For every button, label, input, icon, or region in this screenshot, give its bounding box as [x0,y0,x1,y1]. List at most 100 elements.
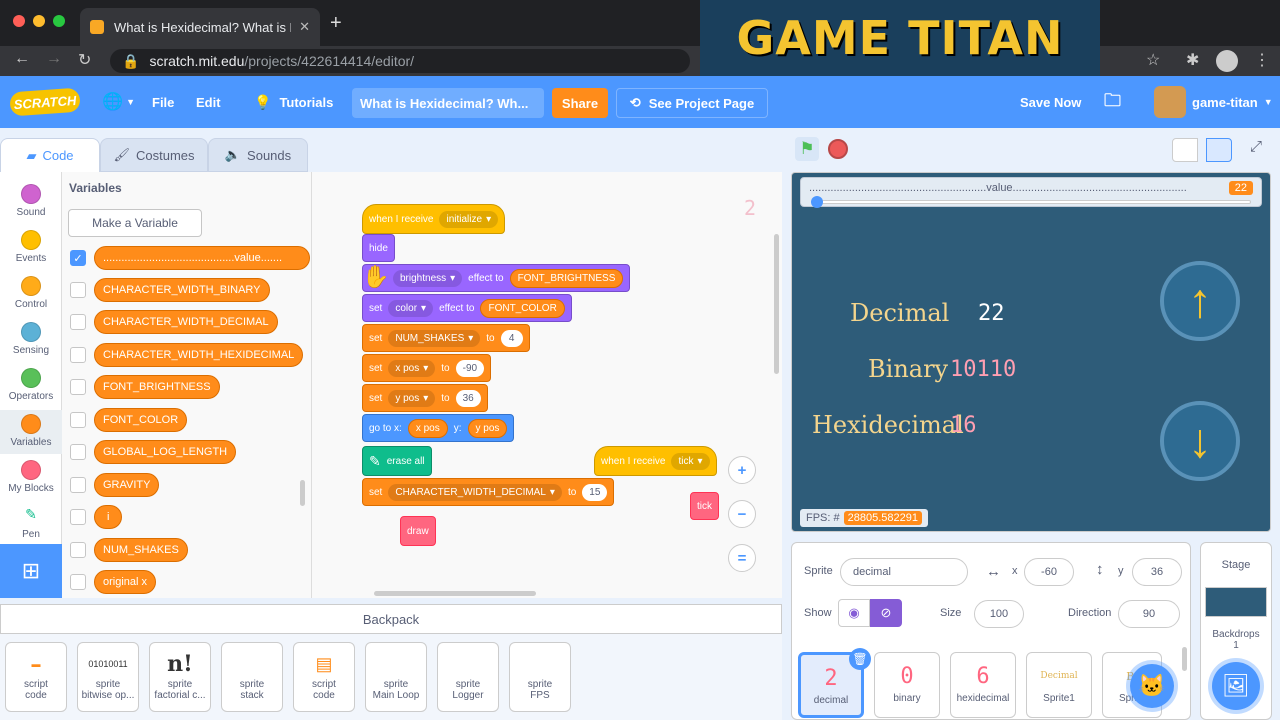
category-events[interactable]: Events [0,230,62,264]
message-dropdown[interactable]: initialize ▾ [439,210,499,228]
backpack-item[interactable]: ▬ script code [5,642,67,712]
hide-sprite-button[interactable]: ⊘ [870,599,902,627]
set-variable-block[interactable]: set CHARACTER_WIDTH_DECIMAL ▾ to 15 [362,478,615,506]
sprite-tile[interactable]: Decimal Sprite1 [1026,652,1092,718]
share-button[interactable]: Share [552,88,608,118]
go-to-xy-block[interactable]: go to x: x pos y: y pos [362,414,515,442]
variable-reporter[interactable]: FONT_BRIGHTNESS [509,268,624,288]
set-variable-block[interactable]: set NUM_SHAKES ▾ to 4 [362,324,530,352]
close-tab-icon[interactable]: ✕ [299,19,310,35]
variable-block[interactable]: FONT_BRIGHTNESS [94,375,220,399]
direction-input[interactable]: 90 [1118,600,1180,628]
variable-dropdown[interactable]: NUM_SHAKES ▾ [388,329,481,347]
tab-sounds[interactable]: 🔈 Sounds [208,138,308,172]
size-input[interactable]: 100 [974,600,1024,628]
variable-block[interactable]: original x [94,570,157,594]
language-menu[interactable]: 🌐 ▼ [102,76,135,128]
category-variables[interactable]: Variables [0,410,62,454]
script-horizontal-scrollbar[interactable] [374,591,536,596]
number-input[interactable]: 4 [500,329,523,347]
sprite-tile[interactable]: 0 binary [874,652,940,718]
script-area[interactable]: 2 when I receive initialize ▾ hide brightn… [312,172,782,598]
variable-block-value[interactable]: ........................................… [94,246,310,270]
variable-checkbox[interactable] [70,314,86,330]
category-operators[interactable]: Operators [0,368,62,402]
palette-scrollbar[interactable] [300,480,305,506]
backpack-item[interactable]: n! sprite factorial c... [149,642,211,712]
variable-dropdown[interactable]: y pos ▾ [388,389,436,407]
close-window-icon[interactable] [13,15,25,27]
scratch-logo[interactable]: SCRATCH [9,87,81,117]
set-effect-block[interactable]: set color ▾ effect to FONT_COLOR [362,294,572,322]
variable-block[interactable]: GLOBAL_LOG_LENGTH [94,440,237,464]
see-project-page-button[interactable]: ⟲ See Project Page [616,88,768,118]
edit-menu[interactable]: Edit [196,76,221,128]
effect-dropdown[interactable]: color ▾ [388,299,434,317]
account-menu[interactable]: game-titan ▼ [1192,76,1273,128]
down-arrow-icon[interactable]: ↓ [1160,401,1240,481]
new-tab-button[interactable]: + [330,12,342,35]
zoom-in-button[interactable]: + [728,456,756,484]
number-input[interactable]: 36 [455,389,481,407]
profile-avatar[interactable] [1216,50,1238,72]
variable-reporter[interactable]: FONT_COLOR [480,298,565,318]
slider-knob[interactable] [811,196,823,208]
my-stuff-folder-icon[interactable]: 🗀 [1104,76,1121,128]
tab-costumes[interactable]: 🖌 Costumes [100,138,208,172]
variable-checkbox[interactable] [70,509,86,525]
user-avatar[interactable] [1154,86,1186,118]
number-input[interactable]: 15 [582,483,608,501]
set-variable-block[interactable]: set x pos ▾ to -90 [362,354,492,382]
variable-block[interactable]: GRAVITY [94,473,160,497]
when-i-receive-block[interactable]: when I receive initialize ▾ [362,204,506,234]
variable-dropdown[interactable]: CHARACTER_WIDTH_DECIMAL ▾ [388,483,562,501]
variable-checkbox[interactable] [70,379,86,395]
sprite-tile[interactable]: 6 hexidecimal [950,652,1016,718]
variable-checkbox[interactable] [70,347,86,363]
backpack-item[interactable]: ▤ script code [293,642,355,712]
variable-block[interactable]: i [94,505,123,529]
hide-block[interactable]: hide [362,234,395,262]
minimize-window-icon[interactable] [33,15,45,27]
category-my-blocks[interactable]: My Blocks [0,460,62,494]
script-vertical-scrollbar[interactable] [774,234,779,374]
bookmark-star-icon[interactable]: ☆ [1146,50,1160,70]
sprite-name-input[interactable]: decimal [840,558,968,586]
set-variable-block[interactable]: set y pos ▾ to 36 [362,384,488,412]
draw-custom-block[interactable]: draw [400,516,436,546]
variable-reporter[interactable]: x pos [407,418,448,438]
variable-dropdown[interactable]: x pos ▾ [388,359,436,377]
choose-sprite-button[interactable]: 🐱 [1130,664,1174,708]
browser-tab[interactable]: What is Hexidecimal? What is B ✕ [80,8,320,46]
large-stage-icon[interactable] [1206,138,1232,162]
effect-dropdown[interactable]: brightness ▾ [393,269,463,287]
variable-block[interactable]: CHARACTER_WIDTH_DECIMAL [94,310,278,334]
up-arrow-icon[interactable]: ↑ [1160,261,1240,341]
forward-icon[interactable]: → [46,50,62,68]
backpack-item[interactable]: sprite Main Loop [365,642,427,712]
variable-block[interactable]: FONT_COLOR [94,408,188,432]
sprite-list-scrollbar[interactable] [1182,647,1187,671]
zoom-reset-button[interactable]: = [728,544,756,572]
make-a-variable-button[interactable]: Make a Variable [68,209,202,237]
small-stage-icon[interactable] [1172,138,1198,162]
backpack-item[interactable]: sprite stack [221,642,283,712]
back-icon[interactable]: ← [14,50,30,68]
set-effect-block[interactable]: brightness ▾ effect to FONT_BRIGHTNESS [362,264,630,292]
variable-checkbox[interactable] [70,282,86,298]
x-input[interactable]: -60 [1024,558,1074,586]
variable-block[interactable]: NUM_SHAKES [94,538,188,562]
variable-checkbox[interactable] [70,542,86,558]
y-input[interactable]: 36 [1132,558,1182,586]
file-menu[interactable]: File [152,76,174,128]
tick-custom-block[interactable]: tick [690,492,719,520]
variable-block[interactable]: CHARACTER_WIDTH_HEXIDECIMAL [94,343,304,367]
save-now-button[interactable]: Save Now [1020,76,1081,128]
backpack-item[interactable]: sprite FPS [509,642,571,712]
fullscreen-icon[interactable]: ⤢ [1244,138,1268,162]
category-control[interactable]: Control [0,276,62,310]
stop-button[interactable] [828,139,848,159]
extensions-icon[interactable]: ✱ [1186,50,1199,70]
url-field[interactable]: 🔒 scratch.mit.edu /projects/422614414/ed… [110,49,690,73]
when-i-receive-block[interactable]: when I receive tick ▾ [594,446,717,476]
